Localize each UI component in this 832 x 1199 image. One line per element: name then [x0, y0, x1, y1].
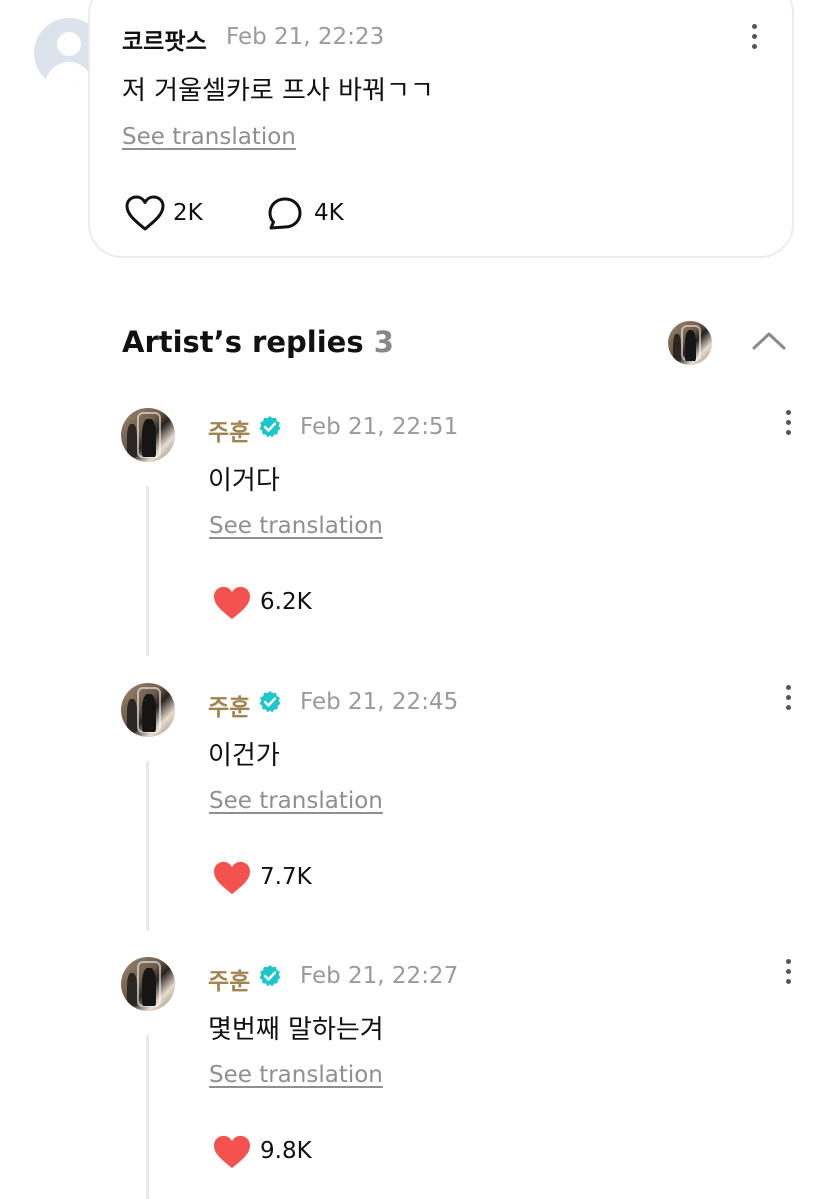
thread-line	[146, 486, 149, 656]
post-comment-button[interactable]	[266, 195, 304, 233]
artist-avatar[interactable]	[668, 321, 712, 365]
reply-more-options-icon[interactable]	[782, 685, 794, 717]
reply-text: 이건가	[208, 741, 280, 771]
heart-filled-icon	[214, 586, 250, 620]
reply-text: 몇번째 말하는겨	[208, 1015, 384, 1045]
reply-avatar[interactable]	[121, 408, 175, 462]
heart-filled-icon	[214, 1135, 250, 1169]
reply-avatar[interactable]	[121, 683, 175, 737]
reply-avatar[interactable]	[121, 957, 175, 1011]
reply-see-translation-link[interactable]: See translation	[209, 1062, 383, 1088]
comment-bubble-icon	[268, 197, 302, 230]
reply-like-count: 9.8K	[260, 1138, 312, 1164]
artist-replies-header: Artist’s replies 3	[122, 325, 394, 359]
reply-more-options-icon[interactable]	[782, 959, 794, 991]
reply-author[interactable]: 주훈	[208, 413, 250, 447]
reply-author[interactable]: 주훈	[208, 688, 250, 722]
post-see-translation-link[interactable]: See translation	[122, 124, 296, 150]
reply-timestamp: Feb 21, 22:45	[300, 689, 459, 715]
post-text: 저 거울셀카로 프사 바꿔ㄱㄱ	[122, 76, 434, 106]
default-user-avatar-icon	[57, 32, 81, 56]
post-more-options-icon[interactable]	[748, 24, 760, 56]
post-author[interactable]: 코르팟스	[122, 22, 207, 56]
reply-timestamp: Feb 21, 22:27	[300, 963, 459, 989]
reply-like-count: 7.7K	[260, 864, 312, 890]
heart-outline-icon	[125, 195, 165, 231]
chevron-up-icon	[752, 332, 786, 350]
reply-like-count: 6.2K	[260, 589, 312, 615]
post-timestamp: Feb 21, 22:23	[226, 24, 385, 50]
reply-see-translation-link[interactable]: See translation	[209, 513, 383, 539]
reply-author[interactable]: 주훈	[208, 962, 250, 996]
heart-filled-icon	[214, 861, 250, 895]
post-comment-count: 4K	[314, 200, 344, 226]
reply-see-translation-link[interactable]: See translation	[209, 788, 383, 814]
verified-badge-icon	[258, 964, 282, 988]
reply-like-button[interactable]	[212, 860, 252, 896]
reply-like-button[interactable]	[212, 585, 252, 621]
reply-more-options-icon[interactable]	[782, 410, 794, 442]
artist-replies-count: 3	[373, 325, 394, 359]
post-like-count: 2K	[173, 200, 203, 226]
post-like-button[interactable]	[124, 194, 166, 232]
reply-like-button[interactable]	[212, 1134, 252, 1170]
collapse-replies-button[interactable]	[750, 328, 788, 352]
verified-badge-icon	[258, 415, 282, 439]
verified-badge-icon	[258, 690, 282, 714]
artist-replies-title: Artist’s replies	[122, 325, 364, 359]
thread-line	[146, 1035, 149, 1199]
reply-text: 이거다	[208, 466, 280, 496]
thread-line	[146, 761, 149, 931]
reply-timestamp: Feb 21, 22:51	[300, 414, 459, 440]
